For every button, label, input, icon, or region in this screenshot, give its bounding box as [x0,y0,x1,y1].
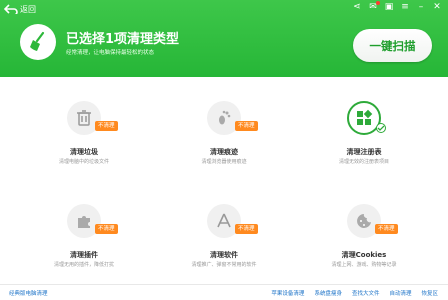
option-clean-junk[interactable]: 不清理 清理垃圾 清理电脑中的垃圾文件 [14,77,154,167]
classic-clean-link[interactable]: 经典版电脑清理 [9,289,48,297]
share-icon[interactable]: ⋖ [352,2,362,12]
option-desc: 清理上网、游戏、购物等记录 [331,262,397,268]
page-subtitle: 经常清理，让电脑保持最轻松的状态 [66,50,155,56]
option-desc: 清理推广、弹窗不常用的软件 [191,262,257,268]
clean-options-grid: 不清理 清理垃圾 清理电脑中的垃圾文件 不清理 清理痕迹 清理浏览器使用痕迹 清… [0,77,448,284]
option-desc: 清理电脑中的垃圾文件 [58,159,109,165]
footer-link-large-files[interactable]: 查找大文件 [352,289,380,297]
option-desc: 清理浏览器使用痕迹 [201,159,247,165]
status-badge: 不清理 [235,121,258,131]
option-name: 清理痕迹 [210,148,238,156]
option-desc: 清理无用的插件，降低打扰 [53,262,114,268]
window-controls: ⋖ ✉ ▣ ≡ – ✕ [352,1,442,12]
option-clean-software[interactable]: 不清理 清理软件 清理推广、弹窗不常用的软件 [154,180,294,270]
menu-icon[interactable]: ≡ [400,2,410,12]
footer-links: 苹果设备清理 系统盘瘦身 查找大文件 自动清理 恢复区 [271,289,438,297]
broom-logo [20,24,56,60]
footer-link-restore[interactable]: 恢复区 [421,289,438,297]
back-arrow-icon [4,4,18,14]
option-clean-cookies[interactable]: 不清理 清理Cookies 清理上网、游戏、购物等记录 [294,180,434,270]
option-clean-plugins[interactable]: 不清理 清理插件 清理无用的插件，降低打扰 [14,180,154,270]
footer-link-apple[interactable]: 苹果设备清理 [271,289,304,297]
option-name: 清理插件 [70,251,98,259]
footer-link-auto-clean[interactable]: 自动清理 [389,289,411,297]
option-clean-registry[interactable]: 清理注册表 清理无效的注册表项目 [294,77,434,167]
option-name: 清理注册表 [346,148,382,156]
page-title: 已选择1项清理类型 [66,32,180,47]
option-name: 清理软件 [210,251,238,259]
option-clean-traces[interactable]: 不清理 清理痕迹 清理浏览器使用痕迹 [154,77,294,167]
selected-check-icon [376,123,386,133]
option-desc: 清理无效的注册表项目 [338,159,389,165]
status-badge: 不清理 [95,121,118,131]
footer: 经典版电脑清理 苹果设备清理 系统盘瘦身 查找大文件 自动清理 恢复区 [0,284,448,300]
status-badge: 不清理 [235,224,258,234]
option-name: 清理垃圾 [70,148,98,156]
header: 返回 ⋖ ✉ ▣ ≡ – ✕ 已选择1项清理类型 经常清理，让电脑保持最轻松的状… [0,0,448,77]
message-icon[interactable]: ✉ [368,1,380,12]
status-badge: 不清理 [95,224,118,234]
minimize-icon[interactable]: – [416,2,426,12]
close-icon[interactable]: ✕ [432,2,442,12]
back-label: 返回 [20,4,36,14]
status-badge: 不清理 [375,224,398,234]
notification-dot [376,1,380,5]
skin-icon[interactable]: ▣ [384,2,394,12]
option-name: 清理Cookies [341,251,387,259]
one-click-scan-button[interactable]: 一键扫描 [353,29,432,62]
broom-icon [30,31,45,51]
footer-link-system-disk[interactable]: 系统盘瘦身 [314,289,342,297]
back-button[interactable]: 返回 [4,3,36,15]
